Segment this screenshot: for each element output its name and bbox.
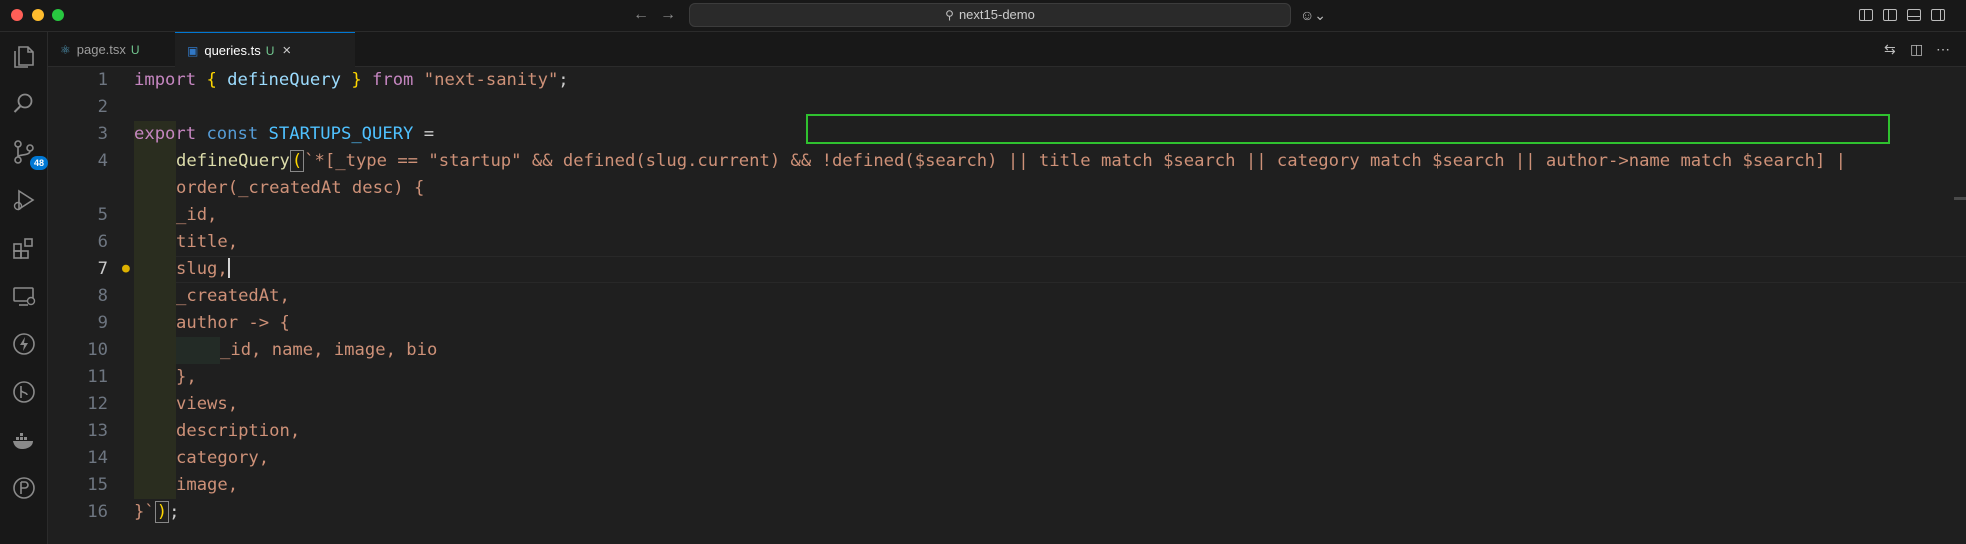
explorer-icon[interactable] [10, 42, 38, 70]
close-icon[interactable]: × [282, 42, 291, 59]
untracked-badge: U [130, 43, 140, 57]
line-number-active: 7 [97, 259, 108, 279]
line-number: 12 [87, 394, 108, 414]
line-number: 8 [97, 286, 108, 306]
code-line-12: views, [176, 394, 239, 414]
line-number: 5 [97, 205, 108, 225]
toggle-secondary-sidebar-icon[interactable] [1931, 9, 1945, 21]
code-line-9: author -> { [176, 313, 290, 333]
code-line-11: }, [176, 367, 197, 387]
typescript-icon: ▣ [187, 44, 199, 58]
command-center-search[interactable]: ⚲ next15-demo [689, 3, 1291, 27]
minimize-window-button[interactable] [32, 9, 44, 21]
search-text: next15-demo [958, 7, 1035, 22]
code-line-1: import { defineQuery } from "next-sanity… [134, 70, 569, 90]
split-editor-icon[interactable]: ◫ [1910, 41, 1923, 58]
lightning-icon[interactable] [10, 330, 38, 358]
toggle-panel-icon[interactable] [1907, 9, 1921, 21]
code-line-8: _createdAt, [176, 286, 290, 306]
code-line-4: defineQuery(`*[_type == "startup" && def… [176, 150, 1847, 172]
back-arrow-icon[interactable]: ← [633, 6, 649, 24]
scrollbar-marker[interactable] [1954, 197, 1966, 200]
line-number: 10 [87, 340, 108, 360]
tab-label: queries.ts [204, 43, 261, 58]
editor-tab-bar: ⚛ page.tsx U ▣ queries.ts U × ⇆ ◫ ⋯ [48, 32, 1966, 67]
code-line-15: image, [176, 475, 239, 495]
line-number: 9 [97, 313, 108, 333]
line-number: 3 [97, 124, 108, 144]
tab-label: page.tsx [76, 42, 126, 57]
tab-page-tsx[interactable]: ⚛ page.tsx U [48, 32, 175, 67]
remote-explorer-icon[interactable] [10, 282, 38, 310]
code-editor[interactable]: 1 2 3 4 5 6 7 8 9 10 11 12 13 14 15 16 i… [48, 67, 1966, 544]
code-line-7: slug, [176, 258, 230, 279]
code-line-4-wrap: order(_createdAt desc) { [176, 178, 425, 198]
title-bar: ← → ⚲ next15-demo ☺⌄ [0, 0, 1966, 32]
source-control-icon[interactable]: 48 [10, 138, 48, 170]
line-number: 4 [97, 151, 108, 171]
maximize-window-button[interactable] [52, 9, 64, 21]
code-line-6: title, [176, 232, 239, 252]
docker-icon[interactable] [10, 426, 38, 454]
code-line-14: category, [176, 448, 270, 468]
line-number: 13 [87, 421, 108, 441]
search-icon: ⚲ [945, 8, 954, 22]
copilot-icon[interactable]: ☺⌄ [1300, 7, 1326, 24]
lightbulb-icon[interactable]: ● [122, 261, 130, 276]
line-number: 2 [97, 97, 108, 117]
activity-bar: 48 [0, 32, 48, 544]
compare-changes-icon[interactable]: ⇆ [1884, 41, 1896, 58]
accounts-settings-icon[interactable] [10, 474, 38, 502]
git-graph-icon[interactable] [10, 378, 38, 406]
customize-layout-icon[interactable] [1859, 9, 1873, 21]
search-icon[interactable] [10, 90, 38, 118]
tab-queries-ts[interactable]: ▣ queries.ts U × [175, 32, 355, 67]
toggle-sidebar-icon[interactable] [1883, 9, 1897, 21]
highlighted-search-filter [806, 114, 1890, 144]
code-line-3: export const STARTUPS_QUERY = [134, 124, 435, 144]
line-number: 11 [87, 367, 108, 387]
line-number: 6 [97, 232, 108, 252]
code-line-5: _id, [176, 205, 218, 225]
extensions-icon[interactable] [10, 234, 38, 262]
line-number: 14 [87, 448, 108, 468]
line-number: 1 [97, 70, 108, 90]
forward-arrow-icon[interactable]: → [660, 6, 676, 24]
code-line-16: }`); [134, 501, 180, 523]
current-line-highlight [134, 256, 1966, 283]
untracked-badge: U [265, 44, 275, 58]
code-line-10: _id, name, image, bio [220, 340, 438, 360]
line-number: 15 [87, 475, 108, 495]
code-line-13: description, [176, 421, 301, 441]
more-actions-icon[interactable]: ⋯ [1936, 41, 1950, 58]
run-debug-icon[interactable] [10, 186, 38, 214]
text-cursor [227, 258, 230, 278]
line-number: 16 [87, 502, 108, 522]
scm-badge: 48 [30, 156, 48, 170]
close-window-button[interactable] [11, 9, 23, 21]
react-icon: ⚛ [60, 43, 71, 57]
